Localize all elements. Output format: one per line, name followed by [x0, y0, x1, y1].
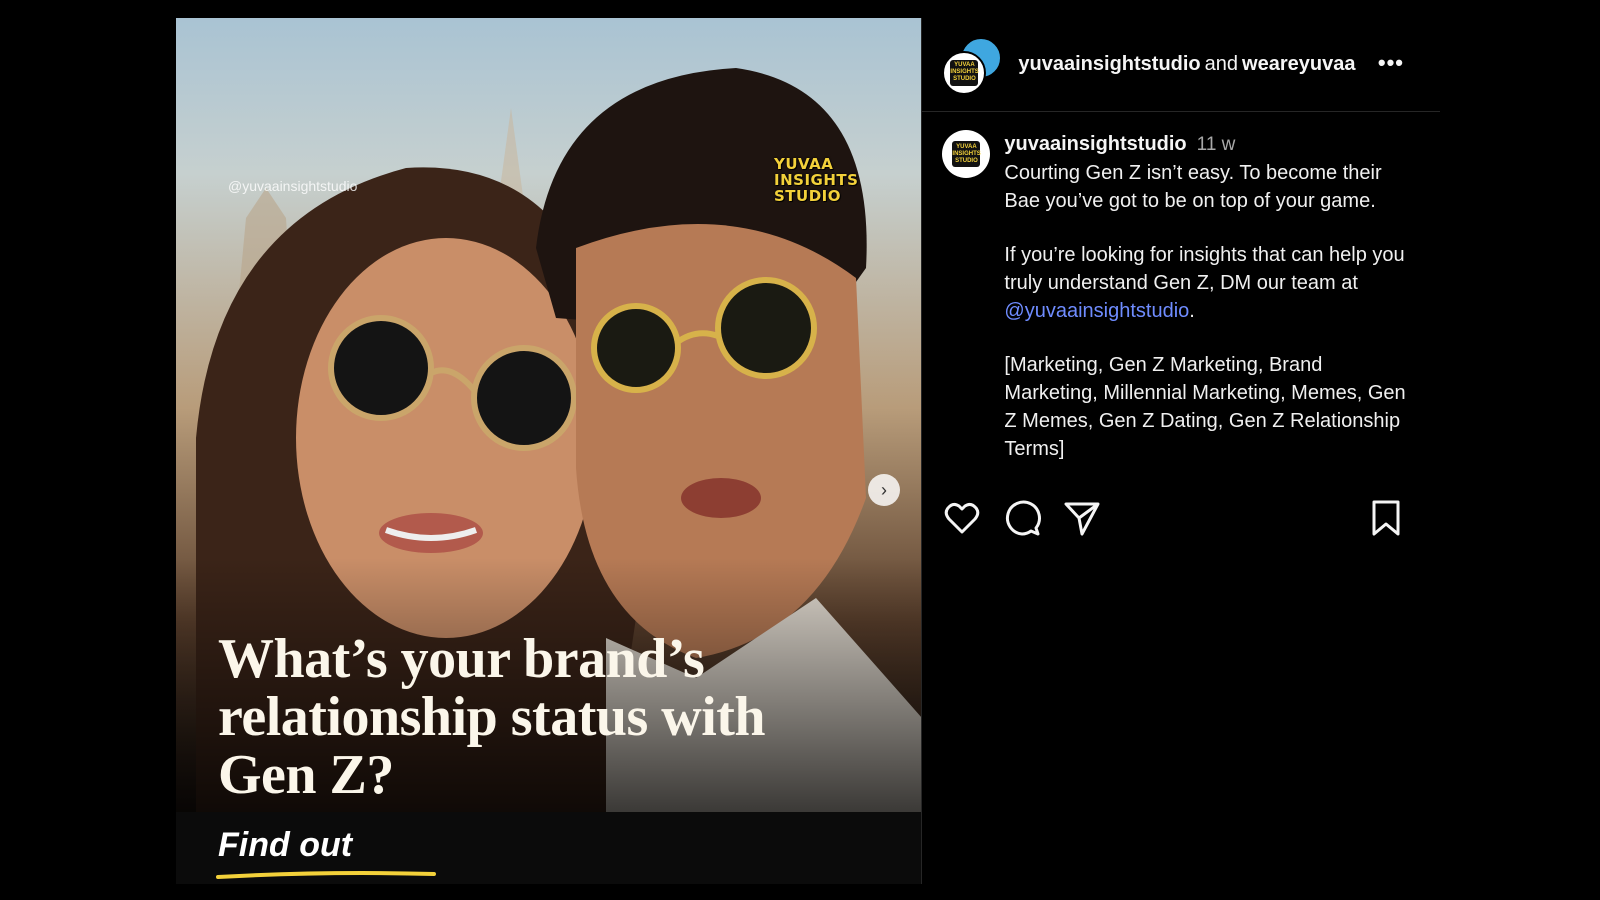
logo-line: YUVAA — [774, 155, 834, 173]
caption-text: yuvaainsightstudio 11 w Courting Gen Z is… — [1004, 130, 1414, 463]
like-button[interactable] — [942, 498, 982, 538]
username-link[interactable]: weareyuvaa — [1242, 53, 1355, 75]
headline-line: What’s your brand’s — [218, 628, 705, 690]
comment-icon — [1006, 500, 1042, 536]
heart-icon — [945, 502, 980, 534]
find-out-text: Find out — [218, 826, 353, 864]
mention-link[interactable]: @yuvaainsightstudio — [1004, 300, 1189, 322]
ellipsis-icon: ••• — [1377, 50, 1404, 75]
more-options-button[interactable]: ••• — [1378, 50, 1404, 76]
bookmark-icon — [1372, 500, 1400, 536]
instagram-post: @yuvaainsightstudio YUVAA INSIGHTS STUDI… — [176, 18, 1440, 884]
comment-button[interactable] — [1002, 498, 1042, 538]
send-icon — [1064, 502, 1100, 536]
share-button[interactable] — [1062, 498, 1102, 538]
chevron-right-icon: › — [881, 479, 887, 500]
underline-swash — [216, 871, 436, 879]
caption-paragraph: If you’re looking for insights that can … — [1004, 244, 1405, 322]
post-side-panel: YUVAA INSIGHTS STUDIO yuvaainsightstudio… — [921, 18, 1440, 884]
caption-paragraph: [Marketing, Gen Z Marketing, Brand Marke… — [1004, 354, 1406, 460]
caption-username[interactable]: yuvaainsightstudio — [1004, 133, 1186, 155]
collab-usernames: yuvaainsightstudio and weareyuvaa — [1018, 53, 1355, 76]
mini-logo: YUVAA INSIGHTS STUDIO — [950, 59, 979, 86]
username-link[interactable]: yuvaainsightstudio — [1018, 53, 1200, 75]
logo-line: STUDIO — [774, 187, 841, 205]
mini-logo: YUVAA INSIGHTS STUDIO — [952, 141, 981, 167]
collab-avatars[interactable]: YUVAA INSIGHTS STUDIO — [942, 36, 1003, 95]
watermark-text: @yuvaainsightstudio — [228, 178, 358, 194]
caption-paragraph: Courting Gen Z isn’t easy. To become the… — [1004, 162, 1382, 212]
headline-line: Gen Z? — [218, 744, 394, 806]
yuvaa-studio-logo: YUVAA INSIGHTS STUDIO — [774, 156, 860, 204]
post-header: YUVAA INSIGHTS STUDIO yuvaainsightstudio… — [922, 18, 1440, 112]
caption-block: YUVAA INSIGHTS STUDIO yuvaainsightstudio… — [922, 112, 1440, 463]
action-bar — [942, 498, 1420, 542]
next-slide-button[interactable]: › — [868, 474, 900, 506]
media-headline: What’s your brand’s relationship status … — [218, 630, 858, 804]
and-text: and — [1204, 53, 1239, 75]
logo-line: INSIGHTS — [774, 171, 859, 189]
post-time[interactable]: 11 w — [1197, 134, 1236, 155]
avatar-yuvaainsightstudio[interactable]: YUVAA INSIGHTS STUDIO — [942, 50, 987, 95]
save-button[interactable] — [1366, 498, 1406, 538]
headline-line: relationship status with — [218, 686, 766, 748]
post-media[interactable]: @yuvaainsightstudio YUVAA INSIGHTS STUDI… — [176, 18, 922, 884]
caption-avatar[interactable]: YUVAA INSIGHTS STUDIO — [942, 130, 991, 178]
